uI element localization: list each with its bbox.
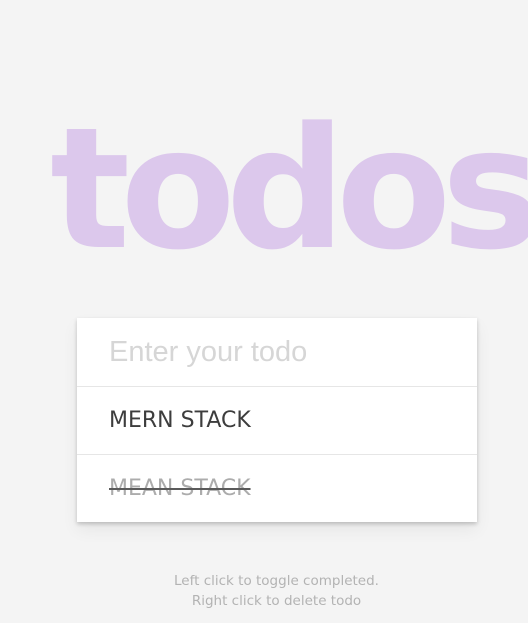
todo-item-label: MERN STACK xyxy=(109,408,251,433)
todo-item-label: MEAN STACK xyxy=(109,476,251,501)
help-footer: Left click to toggle completed. Right cl… xyxy=(0,571,528,611)
app-title: todos xyxy=(50,90,528,287)
todo-app: todos MERN STACK MEAN STACK Left click t… xyxy=(0,0,528,623)
todo-card: MERN STACK MEAN STACK xyxy=(77,318,477,522)
new-todo-input[interactable] xyxy=(77,318,477,387)
delete-hint-text: Right click to delete todo xyxy=(191,593,362,609)
todo-list: MERN STACK MEAN STACK xyxy=(77,387,477,522)
todo-item-mean-stack[interactable]: MEAN STACK xyxy=(77,455,477,522)
todo-item-mern-stack[interactable]: MERN STACK xyxy=(77,387,477,455)
toggle-hint-text: Left click to toggle completed. xyxy=(174,573,379,589)
